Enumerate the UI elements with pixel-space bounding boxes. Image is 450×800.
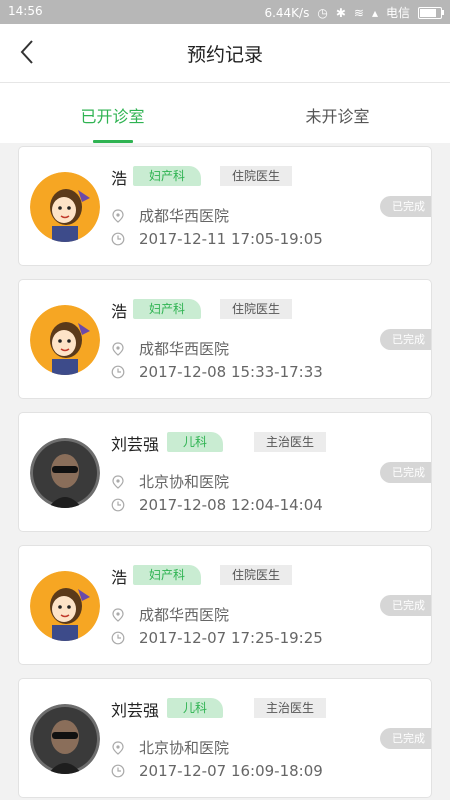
department-tag: 妇产科: [133, 565, 202, 585]
appointment-time: 2017-12-07 17:25-19:25: [139, 629, 323, 647]
location-pin-icon: [112, 607, 124, 622]
time-row: 2017-12-07 17:25-19:25: [111, 629, 323, 647]
status-time: 14:56: [8, 4, 43, 18]
department-tag: 妇产科: [133, 299, 202, 319]
department-tag: 儿科: [167, 698, 224, 718]
cartoon-avatar-icon: [30, 172, 100, 242]
battery-icon: [418, 6, 444, 19]
hospital-name: 成都华西医院: [139, 207, 230, 225]
appointment-time: 2017-12-07 16:09-18:09: [139, 762, 323, 780]
clock-icon: [111, 631, 125, 645]
wifi-icon: ≋: [353, 5, 364, 20]
appointment-card[interactable]: 浩 妇产科 住院医生 成都华西医院 2017-12-08 15:33-17:33…: [18, 279, 432, 399]
appointment-time: 2017-12-11 17:05-19:05: [139, 230, 323, 248]
time-row: 2017-12-07 16:09-18:09: [111, 762, 323, 780]
appointment-card[interactable]: 刘芸强 儿科 主治医生 北京协和医院 2017-12-08 12:04-14:0…: [18, 412, 432, 532]
status-badge: 已完成: [380, 329, 431, 350]
tab-label: 未开诊室: [305, 107, 370, 126]
time-row: 2017-12-08 15:33-17:33: [111, 363, 323, 381]
tab-label: 已开诊室: [80, 107, 145, 126]
clock-icon: [111, 365, 125, 379]
tab-bar: 已开诊室 未开诊室: [0, 83, 450, 143]
location-pin-icon: [112, 740, 124, 755]
hospital-row: 北京协和医院: [111, 737, 229, 758]
time-row: 2017-12-11 17:05-19:05: [111, 230, 323, 248]
tab-active-indicator: [92, 140, 133, 143]
location-pin-icon: [112, 208, 124, 223]
cartoon-avatar-icon: [30, 305, 100, 375]
department-tag: 妇产科: [133, 166, 202, 186]
status-badge: 已完成: [380, 728, 431, 749]
doctor-name: 浩: [111, 302, 128, 321]
clock-icon: [111, 498, 125, 512]
doctor-name: 刘芸强: [111, 435, 160, 454]
location-pin-icon: [112, 474, 124, 489]
status-badge: 已完成: [380, 462, 431, 483]
app-header: 预约记录: [0, 24, 450, 83]
doctor-name: 浩: [111, 568, 128, 587]
photo-avatar-icon: [30, 438, 100, 508]
doctor-title-tag: 住院医生: [220, 166, 293, 186]
doctor-title-tag: 住院医生: [220, 565, 293, 585]
photo-avatar-icon: [30, 704, 100, 774]
hospital-name: 北京协和医院: [139, 739, 230, 757]
doctor-title-tag: 住院医生: [220, 299, 293, 319]
appointment-card[interactable]: 浩 妇产科 住院医生 成都华西医院 2017-12-11 17:05-19:05…: [18, 146, 432, 266]
hospital-name: 成都华西医院: [139, 606, 230, 624]
doctor-avatar: [30, 305, 100, 375]
hospital-name: 北京协和医院: [139, 473, 230, 491]
hospital-name: 成都华西医院: [139, 340, 230, 358]
hospital-row: 成都华西医院: [111, 205, 229, 226]
alarm-icon: ◷: [317, 5, 328, 20]
tab-unopened-rooms[interactable]: 未开诊室: [225, 83, 450, 143]
appointment-time: 2017-12-08 12:04-14:04: [139, 496, 323, 514]
doctor-name: 浩: [111, 169, 128, 188]
hospital-row: 成都华西医院: [111, 338, 229, 359]
clock-icon: [111, 232, 125, 246]
hospital-row: 北京协和医院: [111, 471, 229, 492]
bluetooth-icon: ✱: [335, 5, 346, 20]
doctor-avatar: [30, 438, 100, 508]
signal-icon: ▴: [371, 5, 378, 20]
location-pin-icon: [112, 341, 124, 356]
department-tag: 儿科: [167, 432, 224, 452]
time-row: 2017-12-08 12:04-14:04: [111, 496, 323, 514]
doctor-title-tag: 主治医生: [254, 432, 327, 452]
status-badge: 已完成: [380, 196, 431, 217]
doctor-avatar: [30, 571, 100, 641]
clock-icon: [111, 764, 125, 778]
tab-opened-rooms[interactable]: 已开诊室: [0, 83, 225, 143]
hospital-row: 成都华西医院: [111, 604, 229, 625]
status-icons: 6.44K/s ◷ ✱ ≋ ▴ 电信: [264, 4, 444, 21]
cartoon-avatar-icon: [30, 571, 100, 641]
doctor-title-tag: 主治医生: [254, 698, 327, 718]
appointment-card[interactable]: 刘芸强 儿科 主治医生 北京协和医院 2017-12-07 16:09-18:0…: [18, 678, 432, 798]
appointment-card[interactable]: 浩 妇产科 住院医生 成都华西医院 2017-12-07 17:25-19:25…: [18, 545, 432, 665]
network-speed: 6.44K/s: [264, 5, 310, 20]
appointment-time: 2017-12-08 15:33-17:33: [139, 363, 323, 381]
status-bar: 14:56 6.44K/s ◷ ✱ ≋ ▴ 电信: [0, 0, 450, 24]
doctor-avatar: [30, 172, 100, 242]
doctor-name: 刘芸强: [111, 701, 160, 720]
status-badge: 已完成: [380, 595, 431, 616]
doctor-avatar: [30, 704, 100, 774]
page-title: 预约记录: [186, 44, 263, 66]
carrier-name: 电信: [385, 6, 410, 20]
